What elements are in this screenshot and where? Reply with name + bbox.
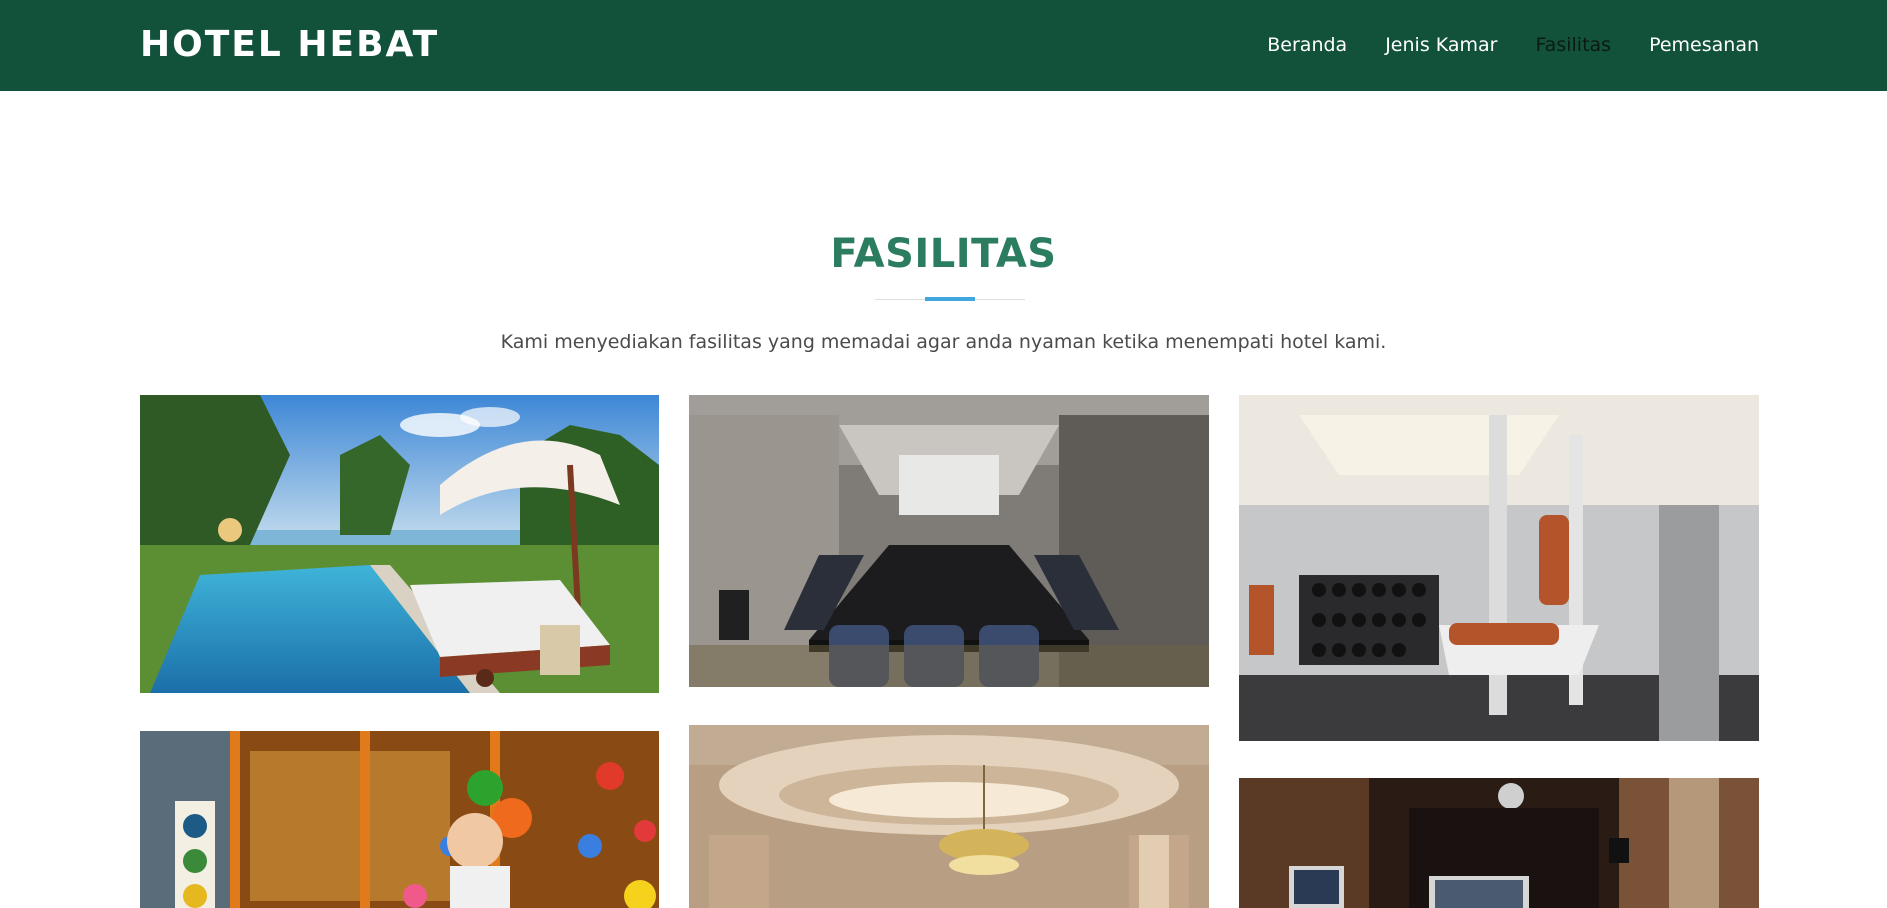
fitness-gym-image xyxy=(1239,395,1759,741)
nav-link-beranda[interactable]: Beranda xyxy=(1267,30,1347,60)
photo-fitness-gym[interactable] xyxy=(1239,395,1759,741)
photo-ballroom[interactable] xyxy=(689,725,1209,908)
photo-kids-playground[interactable] xyxy=(140,731,659,908)
nav-link-jenis-kamar[interactable]: Jenis Kamar xyxy=(1385,30,1497,60)
nav-menu: Beranda Jenis Kamar Fasilitas Pemesanan xyxy=(1229,30,1759,60)
section-title: FASILITAS xyxy=(830,231,1057,277)
photo-meeting-room[interactable] xyxy=(689,395,1209,687)
nav-link-pemesanan[interactable]: Pemesanan xyxy=(1649,30,1759,60)
karaoke-room-image xyxy=(1239,778,1759,908)
ballroom-image xyxy=(689,725,1209,908)
swimming-pool-image xyxy=(140,395,659,693)
brand-logo[interactable]: HOTEL HEBAT xyxy=(140,22,439,68)
navbar: HOTEL HEBAT Beranda Jenis Kamar Fasilita… xyxy=(0,0,1887,91)
title-accent-line xyxy=(925,297,975,301)
kids-playground-image xyxy=(140,731,659,908)
photo-swimming-pool[interactable] xyxy=(140,395,659,693)
photo-karaoke-room[interactable] xyxy=(1239,778,1759,908)
nav-link-fasilitas[interactable]: Fasilitas xyxy=(1536,30,1612,60)
section-description: Kami menyediakan fasilitas yang memadai … xyxy=(500,331,1387,353)
meeting-room-image xyxy=(689,395,1209,687)
